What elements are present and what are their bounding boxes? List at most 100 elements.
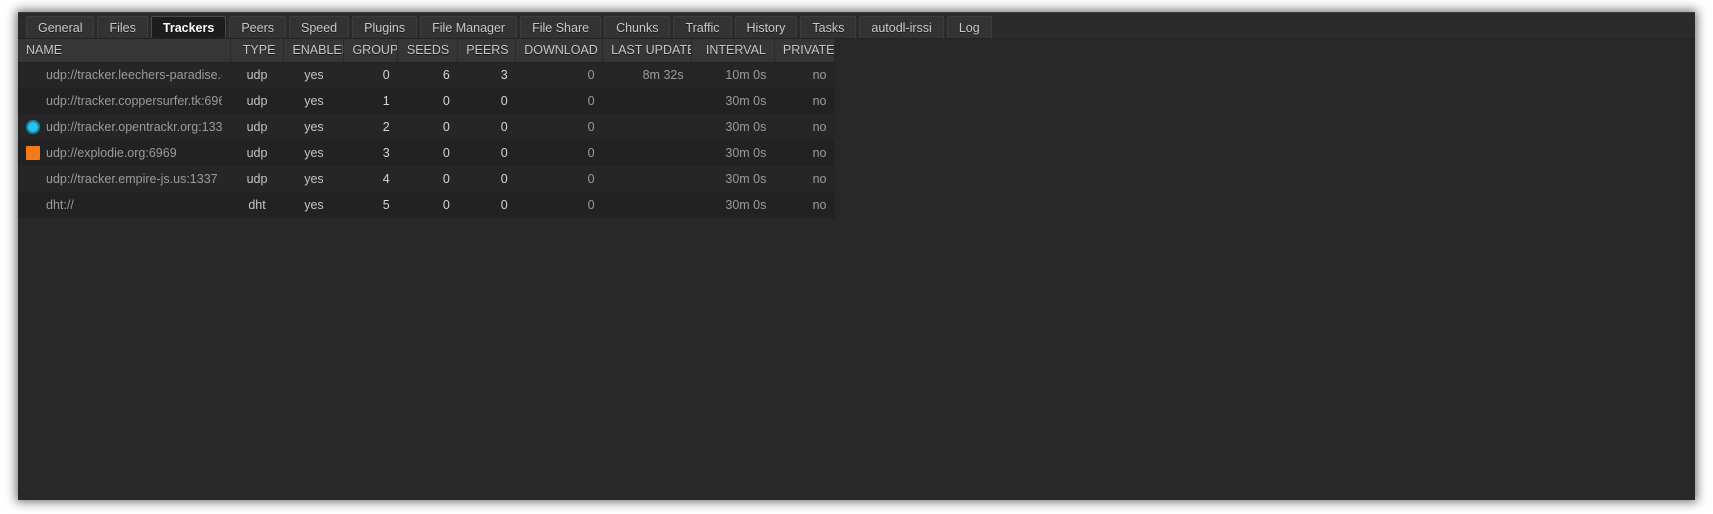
tracker-name-label: udp://tracker.coppersurfer.tk:696 [46, 94, 223, 108]
tracker-download-cell: 0 [515, 166, 603, 192]
tracker-peers-cell: 0 [457, 114, 516, 140]
tracker-last-update-cell [602, 140, 692, 166]
tracker-group-cell: 4 [343, 166, 398, 192]
tracker-peers-cell: 0 [457, 166, 516, 192]
table-header: NAMETYPEENABLEDGROUPSEEDSPEERSDOWNLOADLA… [18, 39, 836, 63]
tracker-private-cell: no [774, 166, 835, 192]
tracker-download-cell: 0 [515, 114, 603, 140]
column-header-interval[interactable]: INTERVAL [691, 39, 775, 63]
tab-speed[interactable]: Speed [288, 16, 350, 38]
tab-file-share[interactable]: File Share [520, 16, 602, 38]
tracker-seeds-cell: 0 [397, 140, 458, 166]
tab-label: File Manager [432, 20, 506, 35]
tracker-name-wrapper: udp://tracker.coppersurfer.tk:696 [26, 94, 222, 108]
table-row[interactable]: udp://tracker.opentrackr.org:133 udp yes 2 0… [18, 114, 835, 140]
column-header-enabled[interactable]: ENABLED [283, 39, 345, 63]
tracker-enabled-cell: yes [283, 62, 344, 88]
tracker-favicon-icon [26, 120, 40, 134]
tab-tasks[interactable]: Tasks [800, 16, 857, 38]
tracker-peers-cell: 0 [457, 140, 516, 166]
tracker-download-cell: 0 [515, 192, 603, 218]
tracker-enabled-cell: yes [283, 192, 344, 218]
tracker-private-cell: no [774, 62, 835, 88]
column-header-name[interactable]: NAME [18, 39, 231, 63]
tracker-interval-cell: 10m 0s [691, 62, 775, 88]
tracker-name-label: udp://explodie.org:6969 [46, 146, 177, 160]
tracker-last-update-cell [602, 88, 692, 114]
column-header-peers[interactable]: PEERS [457, 39, 517, 63]
tab-label: Traffic [685, 20, 720, 35]
tracker-seeds-cell: 0 [397, 88, 458, 114]
tab-plugins[interactable]: Plugins [352, 16, 418, 38]
tracker-last-update-cell [602, 192, 692, 218]
tracker-type-cell: udp [230, 88, 284, 114]
tab-label: File Share [532, 20, 590, 35]
tracker-enabled-cell: yes [283, 140, 344, 166]
tracker-type-cell: udp [230, 166, 284, 192]
tracker-name-label: udp://tracker.leechers-paradise.c [46, 68, 223, 83]
tab-label: General [38, 20, 83, 35]
tab-file-manager[interactable]: File Manager [420, 16, 518, 38]
tracker-interval-cell: 30m 0s [691, 166, 775, 192]
table-row[interactable]: dht://dht yes 5 0 0 0 30m 0s no [18, 192, 835, 218]
tracker-name-wrapper: dht:// [26, 198, 222, 212]
tab-peers[interactable]: Peers [229, 16, 286, 38]
tab-general[interactable]: General [26, 16, 95, 38]
tracker-name-wrapper: udp://tracker.leechers-paradise.c [26, 68, 222, 82]
tab-label: Peers [241, 20, 274, 35]
trackers-panel: NAMETYPEENABLEDGROUPSEEDSPEERSDOWNLOADLA… [18, 39, 1695, 500]
tab-files[interactable]: Files [97, 16, 148, 38]
tracker-private-cell: no [774, 192, 835, 218]
table-row[interactable]: udp://tracker.empire-js.us:1337 udp yes 4 0 0… [18, 166, 835, 192]
tracker-group-cell: 5 [343, 192, 398, 218]
tracker-last-update-cell [602, 166, 692, 192]
tracker-enabled-cell: yes [283, 166, 344, 192]
tracker-name-cell: udp://explodie.org:6969 [18, 140, 231, 166]
tracker-download-cell: 0 [515, 140, 603, 166]
table-row[interactable]: udp://tracker.leechers-paradise.c udp yes 0… [18, 62, 835, 88]
tab-log[interactable]: Log [946, 16, 992, 38]
tab-label: Files [109, 20, 136, 35]
tracker-name-cell: udp://tracker.empire-js.us:1337 [18, 166, 231, 192]
tracker-type-cell: udp [230, 114, 284, 140]
tracker-peers-cell: 3 [457, 62, 516, 88]
tab-label: Log [958, 20, 980, 35]
column-header-group[interactable]: GROUP [343, 39, 399, 63]
tracker-enabled-cell: yes [283, 114, 344, 140]
column-header-download[interactable]: DOWNLOAD [515, 39, 604, 63]
column-header-seeds[interactable]: SEEDS [397, 39, 459, 63]
tab-strip: General Files Trackers Peers Speed Plugins Fil… [18, 13, 1695, 39]
tracker-group-cell: 1 [343, 88, 398, 114]
tracker-interval-cell: 30m 0s [691, 140, 775, 166]
tracker-peers-cell: 0 [457, 88, 516, 114]
column-header-type[interactable]: TYPE [230, 39, 285, 63]
column-header-last-update[interactable]: LAST UPDATE [602, 39, 693, 63]
table-body: udp://tracker.leechers-paradise.c udp yes 0… [18, 62, 835, 218]
tracker-last-update-cell: 8m 32s [602, 62, 692, 88]
tab-traffic[interactable]: Traffic [673, 16, 732, 38]
tracker-private-cell: no [774, 114, 835, 140]
tab-history[interactable]: History [734, 16, 798, 38]
column-header-private[interactable]: PRIVATE [774, 39, 836, 63]
tracker-seeds-cell: 6 [397, 62, 458, 88]
tracker-private-cell: no [774, 140, 835, 166]
tracker-group-cell: 2 [343, 114, 398, 140]
tracker-name-wrapper: udp://tracker.empire-js.us:1337 [26, 172, 222, 186]
tracker-group-cell: 3 [343, 140, 398, 166]
tab-autodl-irssi[interactable]: autodl-irssi [859, 16, 944, 38]
tab-chunks[interactable]: Chunks [604, 16, 671, 38]
tracker-name-wrapper: udp://explodie.org:6969 [26, 146, 222, 160]
tab-label: Chunks [616, 20, 659, 35]
tab-trackers[interactable]: Trackers [150, 16, 227, 38]
tracker-name-label: udp://tracker.empire-js.us:1337 [46, 172, 218, 186]
tracker-interval-cell: 30m 0s [691, 192, 775, 218]
tracker-seeds-cell: 0 [397, 114, 458, 140]
tracker-type-cell: udp [230, 140, 284, 166]
tracker-type-cell: dht [230, 192, 284, 218]
tracker-enabled-cell: yes [283, 88, 344, 114]
tracker-private-cell: no [774, 88, 835, 114]
tab-label: Tasks [812, 20, 845, 35]
tab-label: Speed [300, 20, 338, 35]
table-row[interactable]: udp://explodie.org:6969 udp yes 3 0 0 0 30m 0s n… [18, 140, 835, 166]
table-row[interactable]: udp://tracker.coppersurfer.tk:696 udp yes 1… [18, 88, 835, 114]
